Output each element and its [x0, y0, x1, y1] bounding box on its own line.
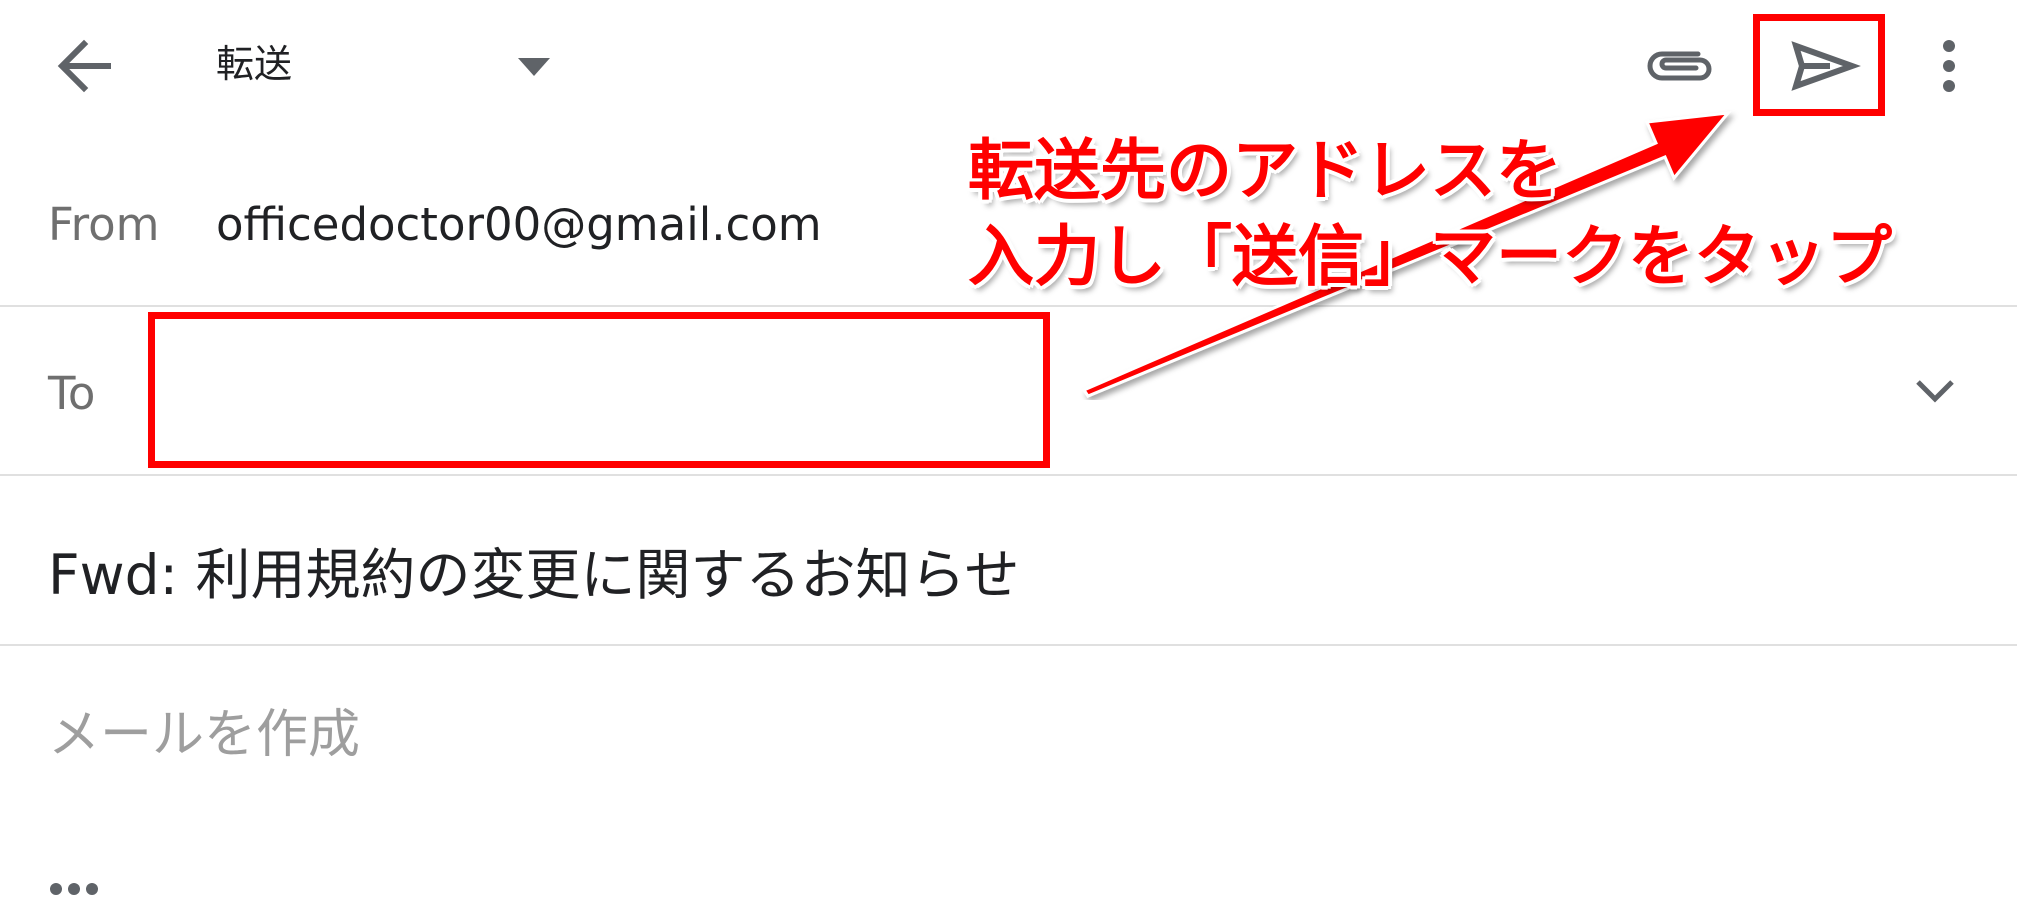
compose-title: 転送 [216, 42, 293, 86]
show-quoted-text-button[interactable] [48, 880, 100, 898]
to-label: To [48, 367, 96, 420]
paperclip-icon [1647, 51, 1712, 81]
from-address[interactable]: officedoctor00@gmail.com [216, 198, 822, 251]
annotation-text-line1: 転送先のアドレスを [968, 132, 1562, 209]
title-dropdown-button[interactable] [512, 50, 556, 82]
annotation-text-line2: 入力し「送信」マークをタップ [968, 218, 1892, 295]
to-field-highlight [148, 312, 1050, 468]
compose-body-field[interactable]: メールを作成 [48, 692, 360, 767]
more-vert-icon [1943, 40, 1955, 92]
subject-field[interactable]: Fwd: 利用規約の変更に関するお知らせ [48, 530, 1019, 610]
attach-button[interactable] [1640, 34, 1720, 98]
from-label: From [48, 198, 160, 251]
arrow-left-icon [57, 39, 111, 93]
more-options-button[interactable] [1926, 30, 1972, 102]
send-button-highlight [1753, 14, 1885, 116]
ellipsis-icon [50, 883, 98, 895]
caret-down-icon [518, 58, 550, 76]
divider [0, 474, 2017, 476]
back-button[interactable] [48, 30, 126, 102]
divider [0, 644, 2017, 646]
expand-recipients-button[interactable] [1912, 370, 1958, 412]
chevron-down-icon [1916, 380, 1954, 403]
